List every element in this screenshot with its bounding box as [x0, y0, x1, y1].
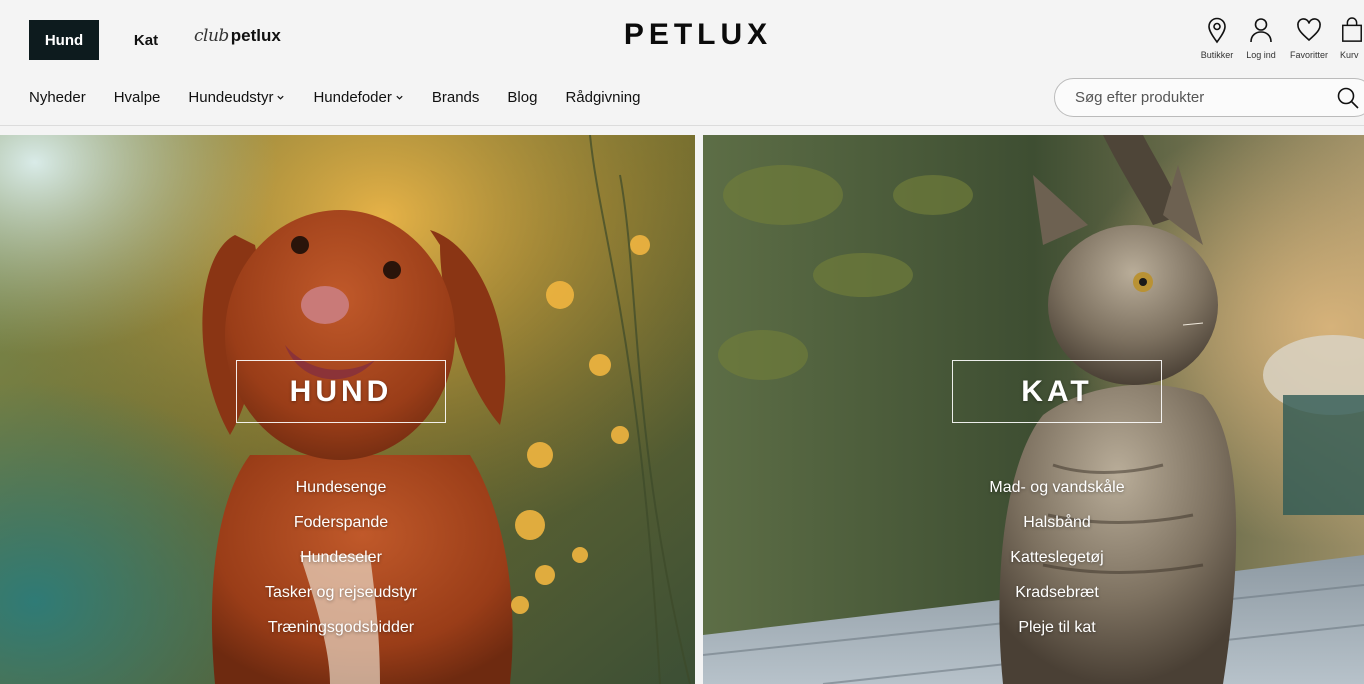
location-pin-icon — [1208, 17, 1226, 44]
nav-item-label: Hundefoder — [313, 88, 392, 106]
cat-link-legetoej[interactable]: Katteslegetøj — [1010, 546, 1103, 581]
nav-item-hundefoder[interactable]: Hundefoder — [313, 89, 403, 106]
tab-hund[interactable]: Hund — [29, 20, 99, 60]
stores-label: Butikker — [1200, 50, 1234, 60]
dog-title-box[interactable]: HUND — [236, 360, 446, 423]
search-icon[interactable] — [1336, 86, 1360, 110]
club-petlux-logo[interactable]: club petlux — [194, 26, 281, 56]
nav-item-blog[interactable]: Blog — [507, 89, 537, 106]
dog-category-panel[interactable]: HUND Hundesenge Foderspande Hundeseler T… — [0, 135, 695, 684]
dog-link-tasker[interactable]: Tasker og rejseudstyr — [265, 581, 417, 616]
tab-kat[interactable]: Kat — [120, 20, 172, 60]
favorites-label: Favoritter — [1289, 50, 1328, 60]
cat-category-panel[interactable]: KAT Mad- og vandskåle Halsbånd Kattesleg… — [703, 135, 1364, 684]
search-bar — [1054, 78, 1364, 117]
dog-title: HUND — [289, 374, 393, 408]
club-logo-bold: petlux — [230, 26, 281, 45]
bag-icon — [1342, 17, 1362, 42]
nav-item-hundeudstyr[interactable]: Hundeudstyr — [188, 89, 285, 106]
cat-title-box[interactable]: KAT — [952, 360, 1162, 423]
favorites-button[interactable]: Favoritter — [1286, 16, 1332, 64]
nav-item-label: Hundeudstyr — [188, 88, 274, 106]
chevron-down-icon — [277, 95, 285, 100]
site-header: Hund Kat club petlux PETLUX Butikker Log… — [0, 0, 1364, 126]
heart-icon — [1297, 18, 1321, 42]
nav-item-brands[interactable]: Brands — [432, 89, 480, 106]
petlux-logo[interactable]: PETLUX — [618, 18, 778, 54]
main-nav: Nyheder Hvalpe Hundeudstyr Hundefoder Br… — [29, 86, 669, 108]
login-button[interactable]: Log ind — [1238, 16, 1284, 64]
club-logo-script: club — [194, 26, 229, 46]
user-icon — [1250, 18, 1272, 43]
cart-label: Kurv — [1340, 50, 1359, 60]
chevron-down-icon — [396, 95, 403, 100]
nav-item-label: Brands — [431, 88, 480, 106]
dog-link-foderspande[interactable]: Foderspande — [294, 511, 388, 546]
nav-item-nyheder[interactable]: Nyheder — [29, 89, 86, 106]
login-label: Log ind — [1246, 50, 1276, 60]
nav-item-hvalpe[interactable]: Hvalpe — [114, 89, 161, 106]
cat-links: Mad- og vandskåle Halsbånd Katteslegetøj… — [887, 476, 1227, 651]
search-input[interactable] — [1055, 89, 1315, 106]
nav-item-label: Hvalpe — [113, 88, 161, 106]
dog-link-hundesenge[interactable]: Hundesenge — [296, 476, 387, 511]
nav-item-label: Blog — [507, 88, 538, 106]
dog-link-traening[interactable]: Træningsgodsbidder — [268, 616, 414, 651]
stores-button[interactable]: Butikker — [1194, 16, 1240, 64]
nav-item-label: Nyheder — [29, 88, 86, 106]
cat-link-skale[interactable]: Mad- og vandskåle — [989, 476, 1124, 511]
cat-link-kradsebraet[interactable]: Kradsebræt — [1015, 581, 1099, 616]
dog-link-hundeseler[interactable]: Hundeseler — [300, 546, 382, 581]
cart-button[interactable]: Kurv — [1340, 16, 1364, 64]
cat-link-halsband[interactable]: Halsbånd — [1023, 511, 1091, 546]
dog-links: Hundesenge Foderspande Hundeseler Tasker… — [171, 476, 511, 651]
nav-item-label: Rådgivning — [565, 88, 641, 106]
cat-title: KAT — [1021, 374, 1093, 408]
cat-link-pleje[interactable]: Pleje til kat — [1018, 616, 1095, 651]
nav-item-radgivning[interactable]: Rådgivning — [565, 89, 640, 106]
